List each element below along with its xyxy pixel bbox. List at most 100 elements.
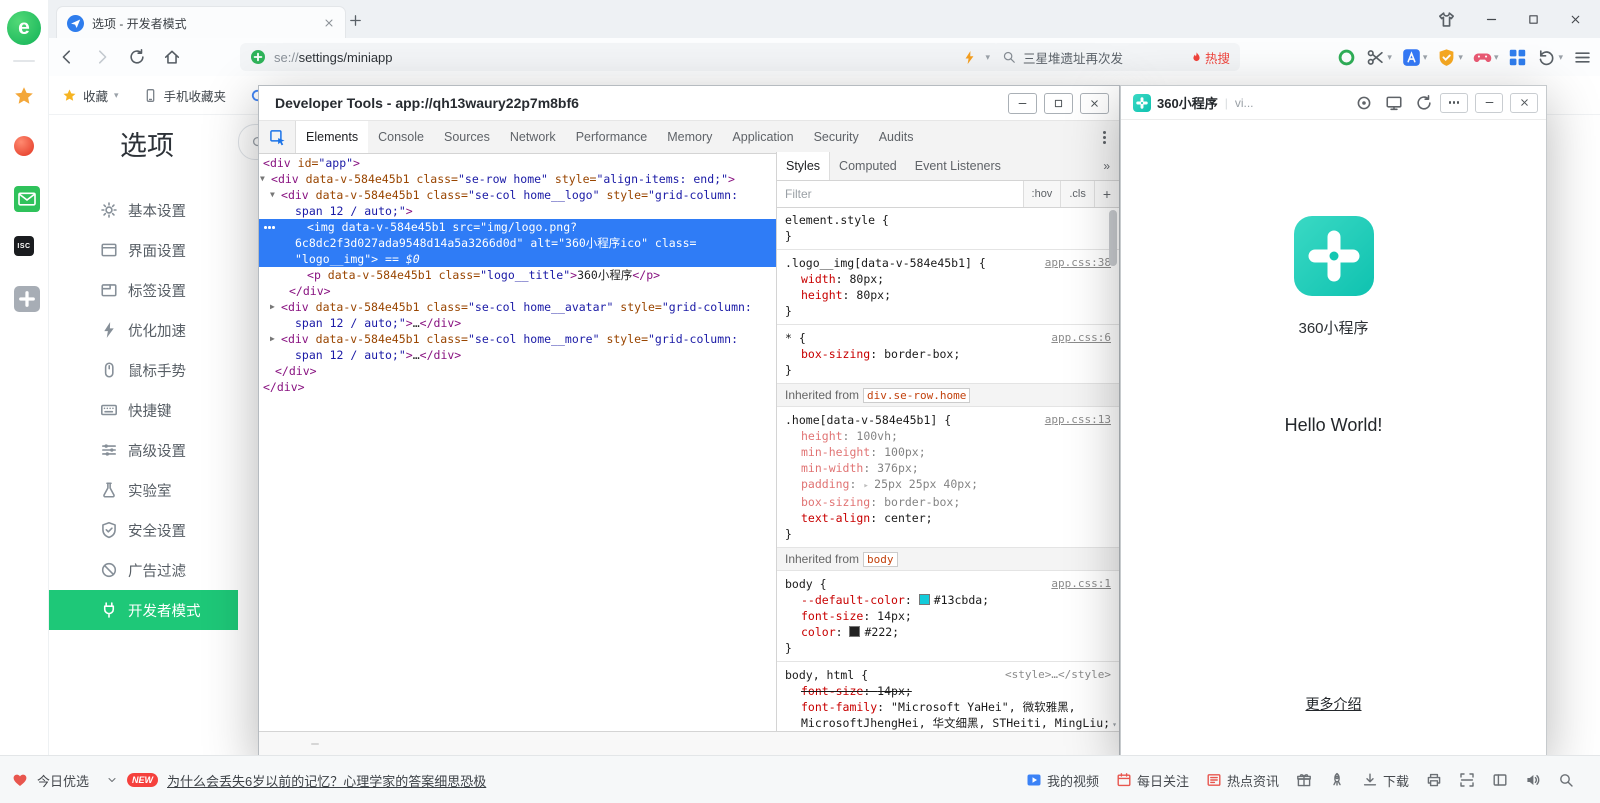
maximize-button[interactable] bbox=[1512, 0, 1554, 38]
hot-news[interactable]: 热点资讯 bbox=[1206, 771, 1279, 790]
volume[interactable] bbox=[1525, 772, 1541, 788]
miniapp-more-button[interactable] bbox=[1440, 93, 1468, 113]
miniapp-minimize-button[interactable] bbox=[1475, 93, 1503, 113]
downloads[interactable]: 下载 bbox=[1362, 771, 1409, 790]
mail-icon[interactable] bbox=[14, 186, 40, 212]
dropdown-caret-icon[interactable]: ▾ bbox=[1558, 53, 1563, 62]
devtools-tab-network[interactable]: Network bbox=[500, 121, 566, 153]
restore-tabs-icon[interactable]: ▾ bbox=[1537, 48, 1563, 67]
isc-icon[interactable]: ISC bbox=[14, 236, 34, 256]
css-rule[interactable]: <style>…</style>body, html {font-size: 1… bbox=[777, 662, 1119, 732]
styles-blocks[interactable]: element.style {}app.css:38.logo__img[dat… bbox=[777, 207, 1119, 732]
miniapp-close-button[interactable] bbox=[1510, 93, 1538, 113]
new-tab-button[interactable] bbox=[340, 7, 370, 33]
cast-screen-icon[interactable] bbox=[1385, 94, 1403, 112]
nav-developer-mode[interactable]: 开发者模式 bbox=[48, 590, 238, 630]
close-button[interactable] bbox=[1554, 0, 1596, 38]
daily-picks-link[interactable]: 今日优选 bbox=[37, 771, 89, 790]
more-info-link[interactable]: 更多介绍 bbox=[1121, 694, 1546, 714]
class-toggle[interactable]: .cls bbox=[1060, 181, 1094, 207]
nav-site-icon[interactable] bbox=[14, 136, 34, 156]
nav-ad-filter[interactable]: 广告过滤 bbox=[48, 550, 238, 590]
translate-icon[interactable]: ▾ bbox=[1402, 48, 1428, 67]
side-panel[interactable] bbox=[1492, 772, 1508, 788]
css-rule[interactable]: app.css:13.home[data-v-584e45b1] {height… bbox=[777, 407, 1119, 548]
hover-toggle[interactable]: :hov bbox=[1023, 181, 1061, 207]
daily-follow[interactable]: 每日关注 bbox=[1116, 771, 1189, 790]
nav-shortcuts[interactable]: 快捷键 bbox=[48, 390, 238, 430]
inherited-selector-chip[interactable]: body bbox=[863, 552, 898, 567]
address-bar[interactable]: se://settings/miniapp ▾ bbox=[240, 43, 1000, 71]
scrollbar-thumb[interactable] bbox=[1109, 210, 1117, 266]
nav-lab[interactable]: 实验室 bbox=[48, 470, 238, 510]
devtools-minimize-button[interactable] bbox=[1008, 93, 1037, 114]
nav-interface-settings[interactable]: 界面设置 bbox=[48, 230, 238, 270]
my-videos[interactable]: 我的视频 bbox=[1026, 771, 1099, 790]
new-rule-button[interactable]: + bbox=[1094, 181, 1119, 207]
browser-tab[interactable]: 选项 - 开发者模式 bbox=[56, 6, 346, 39]
forward-icon[interactable] bbox=[93, 48, 111, 66]
nav-tab-settings[interactable]: 标签设置 bbox=[48, 270, 238, 310]
nav-basic-settings[interactable]: 基本设置 bbox=[48, 190, 238, 230]
printer[interactable] bbox=[1426, 772, 1442, 788]
breadcrumb-logo-img[interactable] bbox=[311, 743, 319, 745]
speed-mode-icon[interactable] bbox=[962, 50, 977, 65]
tabs-overflow-icon[interactable]: » bbox=[1094, 152, 1119, 180]
dropdown-caret-icon[interactable]: ▾ bbox=[1387, 53, 1392, 62]
css-rule[interactable]: app.css:38.logo__img[data-v-584e45b1] {w… bbox=[777, 250, 1119, 325]
nav-security-settings[interactable]: 安全设置 bbox=[48, 510, 238, 550]
styles-tab[interactable]: Styles bbox=[777, 152, 830, 180]
search-input[interactable]: 三星堆遗址再次发 bbox=[1023, 48, 1183, 67]
devtools-tab-security[interactable]: Security bbox=[804, 121, 869, 153]
devtools-tab-elements[interactable]: Elements bbox=[296, 121, 368, 153]
security-shield-icon[interactable]: ▾ bbox=[1437, 48, 1463, 67]
dropdown-caret-icon[interactable]: ▾ bbox=[1458, 53, 1463, 62]
devtools-tab-performance[interactable]: Performance bbox=[566, 121, 658, 153]
browser-logo[interactable]: e bbox=[7, 11, 41, 45]
nav-advanced-settings[interactable]: 高级设置 bbox=[48, 430, 238, 470]
css-source-link[interactable]: app.css:13 bbox=[1045, 412, 1111, 428]
inherited-selector-chip[interactable]: div.se-row.home bbox=[863, 388, 970, 403]
screenshot-icon[interactable]: ▾ bbox=[1366, 48, 1392, 67]
url-text[interactable]: se://settings/miniapp bbox=[274, 50, 393, 65]
minimize-button[interactable] bbox=[1470, 0, 1512, 38]
scan[interactable] bbox=[1459, 772, 1475, 788]
inspect-element-icon[interactable] bbox=[259, 121, 296, 153]
miniapp-refresh-icon[interactable] bbox=[1415, 94, 1433, 112]
css-source-link[interactable]: <style>…</style> bbox=[1005, 667, 1111, 683]
devtools-tab-audits[interactable]: Audits bbox=[869, 121, 924, 153]
css-rule[interactable]: app.css:6* {box-sizing: border-box;} bbox=[777, 325, 1119, 384]
devtools-titlebar[interactable]: Developer Tools - app://qh13waury22p7m8b… bbox=[259, 86, 1119, 120]
dropdown-caret-icon[interactable]: ▾ bbox=[1494, 53, 1499, 62]
promotions[interactable] bbox=[1296, 772, 1312, 788]
elements-tree[interactable]: <div id="app">▼<div data-v-584e45b1 clas… bbox=[259, 152, 777, 732]
address-dropdown-icon[interactable]: ▾ bbox=[985, 53, 990, 62]
record-icon[interactable]: ▾ bbox=[1337, 48, 1356, 67]
expand-icon[interactable] bbox=[106, 774, 118, 786]
back-icon[interactable] bbox=[58, 48, 76, 66]
nav-mouse-gestures[interactable]: 鼠标手势 bbox=[48, 350, 238, 390]
hot-search[interactable]: 热搜 bbox=[1190, 48, 1230, 67]
bookmark-favorites[interactable]: 收藏 ▾ bbox=[62, 86, 119, 105]
css-rule[interactable]: app.css:1body {--default-color: #13cbda;… bbox=[777, 571, 1119, 662]
devtools-tab-memory[interactable]: Memory bbox=[657, 121, 722, 153]
devtools-tab-console[interactable]: Console bbox=[368, 121, 434, 153]
css-rule[interactable]: element.style {} bbox=[777, 207, 1119, 250]
event-listeners-tab[interactable]: Event Listeners bbox=[906, 152, 1010, 180]
css-source-link[interactable]: app.css:38 bbox=[1045, 255, 1111, 271]
nav-optimization[interactable]: 优化加速 bbox=[48, 310, 238, 350]
skin-theme-icon[interactable] bbox=[1437, 10, 1456, 29]
locate-icon[interactable] bbox=[1355, 94, 1373, 112]
computed-tab[interactable]: Computed bbox=[830, 152, 906, 180]
booster[interactable] bbox=[1329, 772, 1345, 788]
page-search[interactable] bbox=[1558, 772, 1574, 788]
tab-close-icon[interactable] bbox=[323, 17, 335, 29]
menu-icon[interactable]: ▾ bbox=[1573, 48, 1592, 67]
css-source-link[interactable]: app.css:1 bbox=[1051, 576, 1111, 592]
css-source-link[interactable]: app.css:6 bbox=[1051, 330, 1111, 346]
devtools-maximize-button[interactable] bbox=[1044, 93, 1073, 114]
site-security-icon[interactable] bbox=[250, 49, 266, 65]
bookmark-mobile[interactable]: 手机收藏夹 ▾ bbox=[143, 86, 227, 105]
apps-grid-icon[interactable]: ▾ bbox=[1508, 48, 1527, 67]
devtools-more-icon[interactable] bbox=[1090, 121, 1119, 153]
